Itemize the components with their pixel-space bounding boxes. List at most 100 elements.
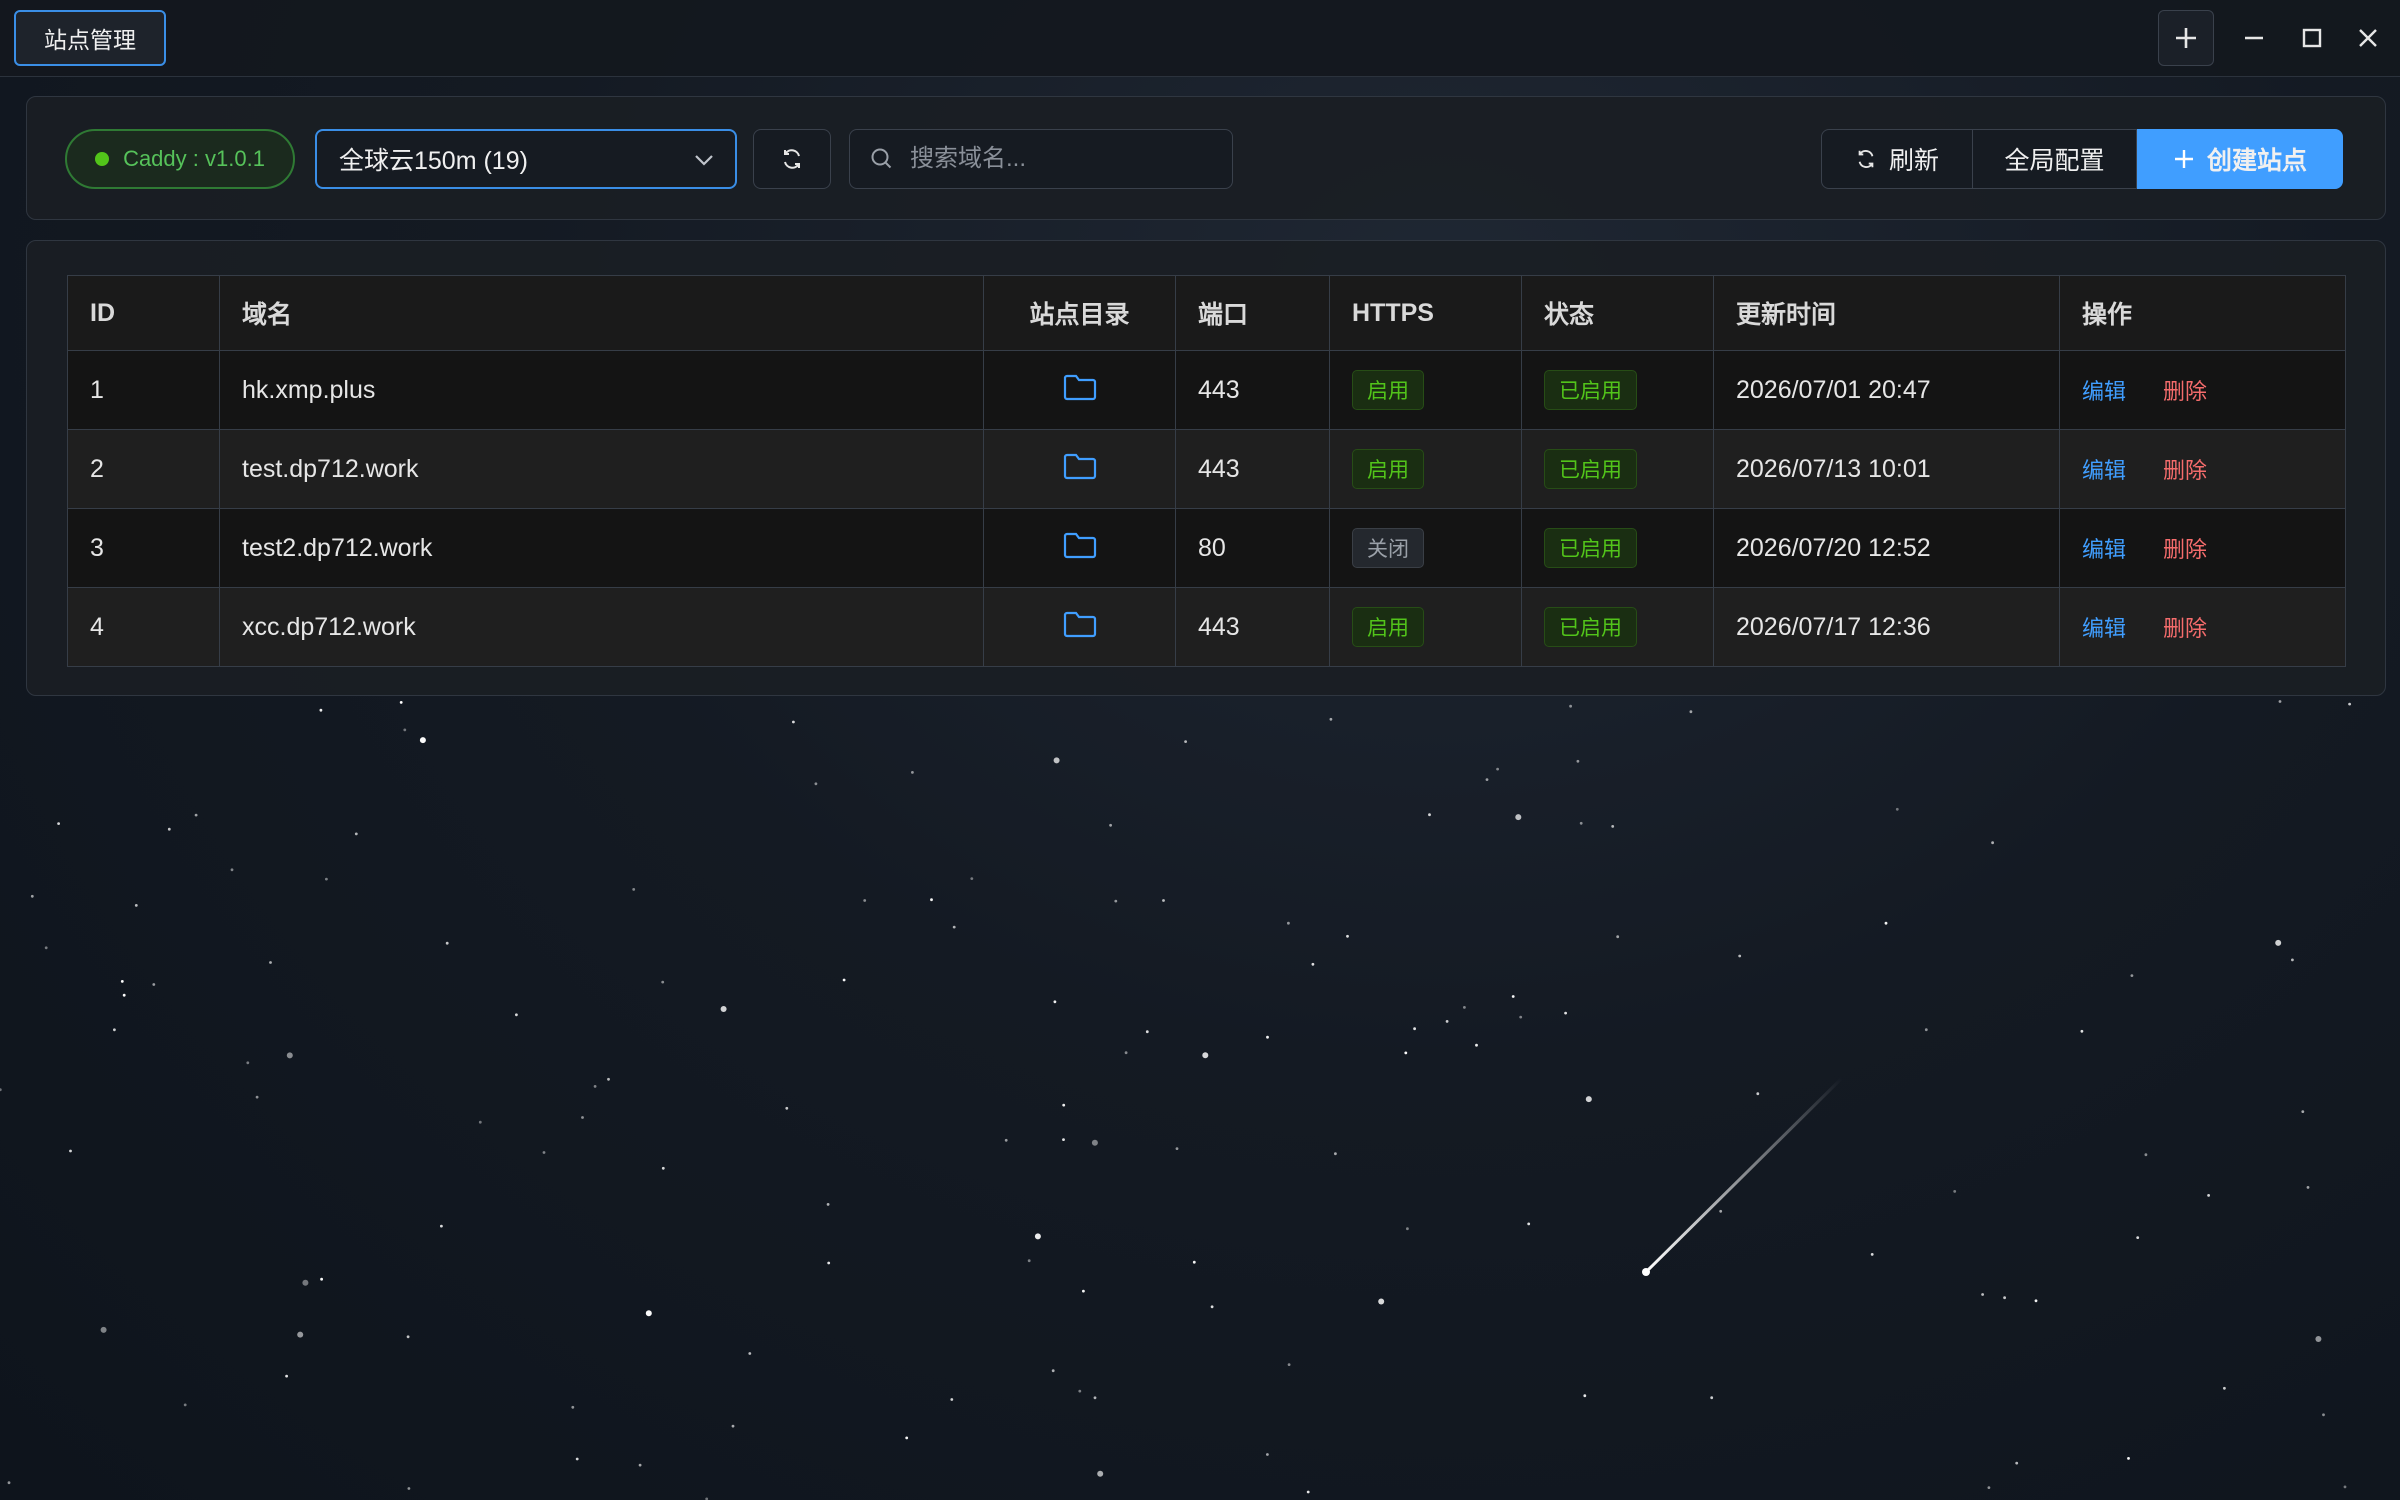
cell-id: 3 <box>67 508 220 588</box>
search-icon <box>871 148 892 169</box>
edit-link[interactable]: 编辑 <box>2082 616 2126 641</box>
star <box>403 728 407 732</box>
cell-status: 已启用 <box>1521 429 1714 509</box>
star <box>720 1006 727 1012</box>
cell-updated: 2026/07/13 10:01 <box>1713 429 2060 509</box>
star <box>1527 1222 1531 1226</box>
star <box>2275 939 2282 946</box>
column-header-site-dir[interactable]: 站点目录 <box>983 275 1176 351</box>
star <box>814 782 818 786</box>
star <box>905 1436 909 1440</box>
star <box>1287 1363 1291 1366</box>
star <box>1346 934 1349 938</box>
minimize-icon[interactable] <box>2226 10 2282 66</box>
star <box>1496 767 1499 771</box>
cell-actions: 编辑 删除 <box>2059 508 2346 588</box>
star <box>100 1326 107 1333</box>
folder-icon[interactable] <box>1063 610 1097 638</box>
table-row[interactable]: 4 xcc.dp712.work 443 启用 已启用 2026/07/17 1… <box>67 587 2346 667</box>
star <box>1924 1028 1928 1032</box>
cell-site-dir <box>983 587 1176 667</box>
plus-icon[interactable] <box>2158 10 2214 66</box>
table-header-row: ID 域名 站点目录 端口 HTTPS 状态 更新时间 操作 <box>67 275 2346 351</box>
star <box>285 1374 288 1378</box>
star <box>2015 1461 2019 1465</box>
star <box>1870 1253 1874 1256</box>
cell-port: 80 <box>1175 508 1330 588</box>
delete-link[interactable]: 删除 <box>2163 458 2207 483</box>
column-header-domain[interactable]: 域名 <box>219 275 984 351</box>
star <box>152 983 156 986</box>
folder-icon[interactable] <box>1063 373 1097 401</box>
edit-link[interactable]: 编辑 <box>2082 537 2126 562</box>
star <box>826 1203 830 1206</box>
create-site-label: 创建站点 <box>2206 147 2307 175</box>
cell-https: 启用 <box>1329 587 1522 667</box>
search-input[interactable] <box>908 144 1222 174</box>
table-row[interactable]: 2 test.dp712.work 443 启用 已启用 2026/07/13 … <box>67 429 2346 509</box>
star <box>286 1052 293 1059</box>
star <box>2315 1336 2322 1342</box>
star <box>1378 1298 1385 1305</box>
star <box>593 1085 597 1088</box>
create-site-button[interactable]: 创建站点 <box>2137 129 2343 189</box>
reload-button[interactable] <box>753 129 831 189</box>
global-config-button[interactable]: 全局配置 <box>1973 129 2137 189</box>
star <box>1991 841 1994 845</box>
cell-site-dir <box>983 429 1176 509</box>
close-icon[interactable] <box>2340 10 2396 66</box>
star <box>863 899 867 902</box>
star <box>581 1116 584 1119</box>
star <box>194 813 198 817</box>
refresh-button[interactable]: 刷新 <box>1821 129 1973 189</box>
delete-link[interactable]: 删除 <box>2163 537 2207 562</box>
shooting-star-head <box>1642 1268 1650 1276</box>
delete-link[interactable]: 删除 <box>2163 379 2207 404</box>
star <box>1710 1396 1714 1400</box>
star <box>1034 1233 1041 1240</box>
tab-site-management[interactable]: 站点管理 <box>14 10 166 66</box>
star <box>1583 1394 1587 1398</box>
folder-icon[interactable] <box>1063 531 1097 559</box>
star <box>571 1405 575 1409</box>
column-header-status[interactable]: 状态 <box>1521 275 1714 351</box>
star <box>1689 710 1693 714</box>
status-badge: 已启用 <box>1544 449 1637 489</box>
cell-id: 2 <box>67 429 220 509</box>
star <box>2291 958 2294 962</box>
star <box>1162 899 1165 902</box>
star <box>1611 825 1615 828</box>
star <box>419 737 426 744</box>
cell-actions: 编辑 删除 <box>2059 429 2346 509</box>
star <box>970 877 974 880</box>
column-header-id[interactable]: ID <box>67 275 220 351</box>
table-row[interactable]: 3 test2.dp712.work 80 关闭 已启用 2026/07/20 … <box>67 508 2346 588</box>
table-row[interactable]: 1 hk.xmp.plus 443 启用 已启用 2026/07/01 20:4… <box>67 350 2346 430</box>
shooting-star <box>1644 1076 1844 1274</box>
column-header-updated[interactable]: 更新时间 <box>1713 275 2060 351</box>
star <box>2306 1186 2310 1189</box>
star <box>1579 821 1583 825</box>
site-table: ID 域名 站点目录 端口 HTTPS 状态 更新时间 操作 1 hk.xmp.… <box>67 275 2346 667</box>
star <box>2343 1485 2347 1489</box>
star <box>113 1028 116 1032</box>
edit-link[interactable]: 编辑 <box>2082 379 2126 404</box>
star <box>1306 1490 1310 1494</box>
column-header-https[interactable]: HTTPS <box>1329 275 1522 351</box>
column-header-port[interactable]: 端口 <box>1175 275 1330 351</box>
star <box>1987 1486 1991 1489</box>
star <box>1428 813 1431 817</box>
delete-link[interactable]: 删除 <box>2163 616 2207 641</box>
star <box>2034 1299 2038 1303</box>
server-select[interactable]: 全球云150m (19) <box>315 129 737 189</box>
star <box>1884 921 1888 925</box>
star <box>1404 1051 1408 1055</box>
edit-link[interactable]: 编辑 <box>2082 458 2126 483</box>
folder-icon[interactable] <box>1063 452 1097 480</box>
star <box>542 1151 546 1154</box>
star <box>1413 1027 1416 1031</box>
star <box>930 898 933 902</box>
star <box>1329 717 1333 721</box>
star <box>1475 1043 1478 1047</box>
maximize-icon[interactable] <box>2284 10 2340 66</box>
